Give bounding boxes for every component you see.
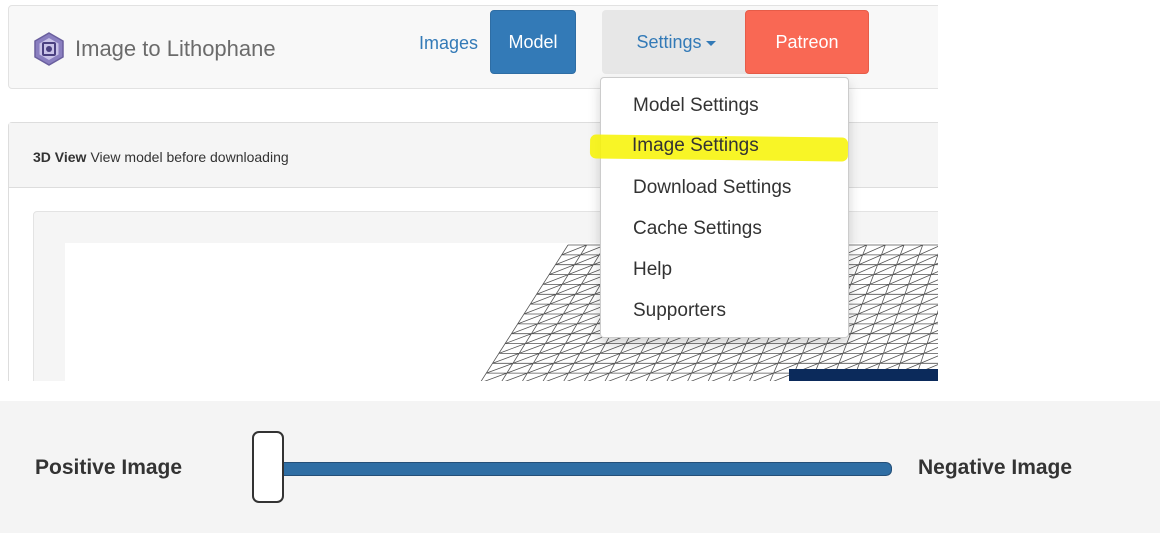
- mesh-dark-region: [789, 369, 938, 381]
- brand[interactable]: Image to Lithophane: [33, 29, 276, 69]
- positive-image-label: Positive Image: [35, 456, 183, 479]
- app-screenshot-top: Image to Lithophane Images Model Setting…: [0, 0, 938, 381]
- panel-title-subtext: View model before downloading: [90, 149, 289, 165]
- image-type-slider-track[interactable]: [270, 462, 892, 476]
- panel-title: 3D View View model before downloading: [33, 149, 289, 165]
- nav-images-link[interactable]: Images: [419, 34, 478, 52]
- settings-dropdown-menu: Model Settings Download Settings Cache S…: [600, 77, 849, 338]
- nav-settings-label: Settings: [636, 31, 702, 52]
- image-type-slider-thumb[interactable]: [252, 431, 284, 503]
- menu-item-supporters[interactable]: Supporters: [633, 300, 726, 322]
- lithophane-logo-icon: [34, 32, 64, 66]
- brand-title: Image to Lithophane: [75, 36, 276, 61]
- menu-item-help[interactable]: Help: [633, 259, 672, 281]
- menu-item-image-settings[interactable]: Image Settings: [632, 135, 759, 157]
- menu-item-download-settings[interactable]: Download Settings: [633, 177, 791, 199]
- panel-title-bold: 3D View: [33, 149, 87, 165]
- negative-image-label: Negative Image: [918, 456, 1073, 479]
- nav-model-button[interactable]: Model: [490, 10, 576, 74]
- nav-settings-dropdown-toggle[interactable]: Settings: [602, 10, 750, 74]
- nav-model-label: Model: [508, 31, 558, 52]
- menu-item-model-settings[interactable]: Model Settings: [633, 95, 759, 117]
- caret-down-icon: [705, 40, 716, 46]
- nav-patreon-button[interactable]: Patreon: [745, 10, 869, 74]
- nav-patreon-label: Patreon: [775, 31, 839, 52]
- menu-item-cache-settings[interactable]: Cache Settings: [633, 218, 762, 240]
- image-type-slider-strip: Positive Image Negative Image: [0, 401, 1160, 533]
